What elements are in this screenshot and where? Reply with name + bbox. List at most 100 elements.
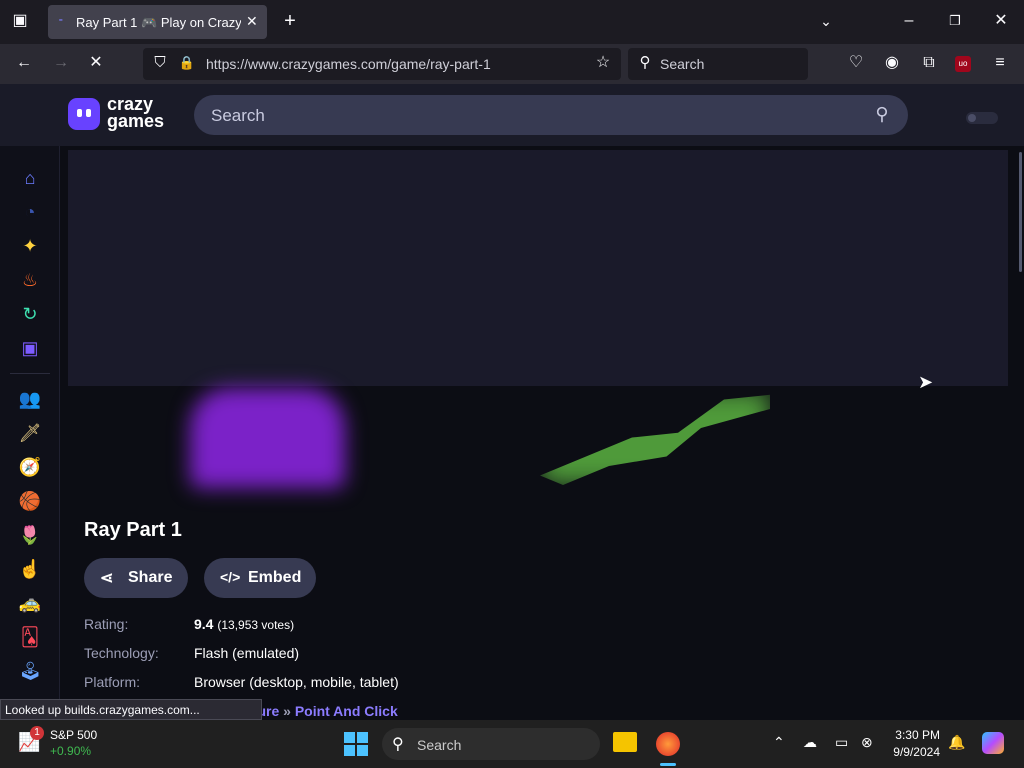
account-icon[interactable]: ◉: [881, 53, 903, 75]
logo-text[interactable]: crazy games: [107, 95, 165, 131]
taskbar-search-icon: ⚲: [392, 736, 404, 753]
clicker-icon[interactable]: ☝: [18, 557, 42, 581]
share-label: Share: [128, 569, 173, 586]
list-all-tabs-icon[interactable]: ⌄: [815, 11, 837, 33]
platform-label: Platform:: [84, 674, 141, 690]
rating-label: Rating:: [84, 616, 129, 632]
show-hidden-icons-icon[interactable]: ⌃: [773, 734, 785, 751]
ublock-icon[interactable]: uo: [955, 56, 971, 72]
win-tile-2: [357, 732, 368, 743]
rating-info: 9.4 (13,953 votes): [194, 616, 294, 632]
forward-icon[interactable]: →: [50, 53, 72, 75]
clock-time[interactable]: 3:30 PM: [892, 728, 940, 742]
win-tile-3: [344, 745, 355, 756]
rating-value: 9.4: [194, 616, 214, 632]
rating-votes: (13,953 votes): [217, 618, 295, 632]
taskbar-search-placeholder: Search: [417, 737, 462, 753]
logo-text-bottom: games: [107, 111, 165, 131]
new-tab-icon[interactable]: +: [279, 11, 301, 33]
search-icon: ⚲: [639, 54, 651, 71]
pocket-icon[interactable]: ♡: [845, 53, 867, 75]
close-window-icon[interactable]: ✕: [990, 11, 1012, 33]
mouse-cursor-icon: ➤: [918, 372, 934, 392]
status-text: Looked up builds.crazygames.com...: [5, 703, 200, 717]
extensions-icon[interactable]: ⧉: [918, 53, 940, 75]
game-frame[interactable]: [68, 150, 1008, 386]
stock-name[interactable]: S&P 500: [50, 728, 97, 742]
home-icon[interactable]: ⌂: [18, 166, 42, 190]
adventure-icon[interactable]: 🧭: [18, 455, 42, 479]
win-tile-4: [357, 745, 368, 756]
network-icon[interactable]: ⊗: [861, 734, 873, 751]
browser-search-box[interactable]: ⚲ Search: [628, 48, 808, 80]
multiplayer-icon[interactable]: 👥: [18, 387, 42, 411]
bookmark-star-icon[interactable]: ☆: [592, 53, 614, 75]
firefox-icon[interactable]: [656, 732, 680, 756]
casual-icon[interactable]: 🌷: [18, 523, 42, 547]
game-title: Ray Part 1: [84, 519, 182, 541]
site-search-icon[interactable]: ⚲: [871, 104, 893, 126]
embed-label: Embed: [248, 569, 302, 586]
stock-change: +0.90%: [50, 744, 92, 758]
action-icon[interactable]: 🗡: [18, 421, 42, 445]
copilot-icon[interactable]: [982, 732, 1004, 754]
restore-icon[interactable]: ❐: [944, 11, 966, 33]
controller-icon[interactable]: 🕹: [18, 659, 42, 683]
onedrive-icon[interactable]: ☁: [803, 734, 817, 751]
toggle-knob: [968, 114, 976, 122]
shield-icon[interactable]: ⛉: [149, 53, 171, 75]
display-icon[interactable]: ▭: [835, 734, 848, 751]
updated-icon[interactable]: ↻: [18, 302, 42, 326]
purple-blur-shape: [190, 388, 345, 488]
url-text[interactable]: https://www.crazygames.com/game/ray-part…: [206, 56, 491, 72]
technology-label: Technology:: [84, 645, 159, 661]
url-bar[interactable]: ⛉ 🔒 https://www.crazygames.com/game/ray-…: [143, 48, 621, 80]
originals-icon[interactable]: ▣: [18, 336, 42, 360]
win-tile-1: [344, 732, 355, 743]
status-bar: Looked up builds.crazygames.com...: [0, 699, 262, 720]
platform-value: Browser (desktop, mobile, tablet): [194, 674, 399, 690]
stock-badge: 1: [30, 726, 44, 740]
recent-icon[interactable]: ◔: [18, 200, 42, 224]
logo-eye-right: [86, 109, 91, 117]
share-button[interactable]: ⋖ Share: [84, 558, 188, 598]
windows-taskbar: 📈 1 S&P 500 +0.90% ⚲ Search ⌃ ☁ ▭ ⊗ 3:30…: [0, 720, 1024, 768]
category-point-and-click-link[interactable]: Point And Click: [295, 703, 398, 719]
tab-list-icon[interactable]: ▣: [9, 11, 31, 33]
crazygames-logo-icon[interactable]: [68, 98, 100, 130]
page-scrollbar[interactable]: [1019, 152, 1022, 272]
file-explorer-icon[interactable]: [613, 732, 637, 752]
category-sidebar: ⌂ ◔ ✦ ♨ ↻ ▣ 👥 🗡 🧭 🏀 🌷 ☝ 🚕 🂡 🕹: [0, 146, 60, 720]
sidebar-divider: [10, 373, 50, 374]
clock-date[interactable]: 9/9/2024: [892, 745, 940, 759]
logo-eye-left: [77, 109, 82, 117]
technology-value: Flash (emulated): [194, 645, 300, 661]
lock-icon[interactable]: 🔒: [176, 53, 198, 75]
tab-title: Ray Part 1 🎮 Play on CrazyGames: [76, 15, 241, 30]
taskbar-search[interactable]: ⚲ Search: [382, 728, 600, 760]
tab-close-icon[interactable]: ✕: [246, 13, 258, 30]
site-search-placeholder: Search: [211, 106, 265, 125]
menu-icon[interactable]: ≡: [989, 53, 1011, 75]
site-search-input[interactable]: Search ⚲: [194, 95, 908, 135]
embed-icon: </>: [220, 569, 241, 585]
trending-icon[interactable]: ♨: [18, 268, 42, 292]
basketball-icon[interactable]: 🏀: [18, 489, 42, 513]
tab-active[interactable]: ⁃ Ray Part 1 🎮 Play on CrazyGames ✕: [48, 5, 267, 39]
firefox-active-indicator: [660, 763, 676, 766]
embed-button[interactable]: </> Embed: [204, 558, 316, 598]
browser-tab-bar: ▣ ⁃ Ray Part 1 🎮 Play on CrazyGames ✕ + …: [0, 0, 1024, 44]
notification-bell-icon[interactable]: 🔔: [948, 734, 965, 751]
share-icon: ⋖: [100, 570, 114, 587]
card-icon[interactable]: 🂡: [18, 625, 42, 649]
tab-favicon-icon: ⁃: [58, 15, 64, 27]
back-icon[interactable]: ←: [13, 53, 35, 75]
breadcrumb-separator: »: [283, 703, 291, 719]
minimize-icon[interactable]: –: [898, 11, 920, 33]
windows-start-icon[interactable]: [344, 732, 368, 756]
stop-icon[interactable]: ✕: [85, 53, 107, 75]
user-toggle[interactable]: [966, 112, 998, 124]
new-icon[interactable]: ✦: [18, 234, 42, 258]
browser-search-placeholder: Search: [660, 56, 705, 72]
driving-icon[interactable]: 🚕: [18, 591, 42, 615]
